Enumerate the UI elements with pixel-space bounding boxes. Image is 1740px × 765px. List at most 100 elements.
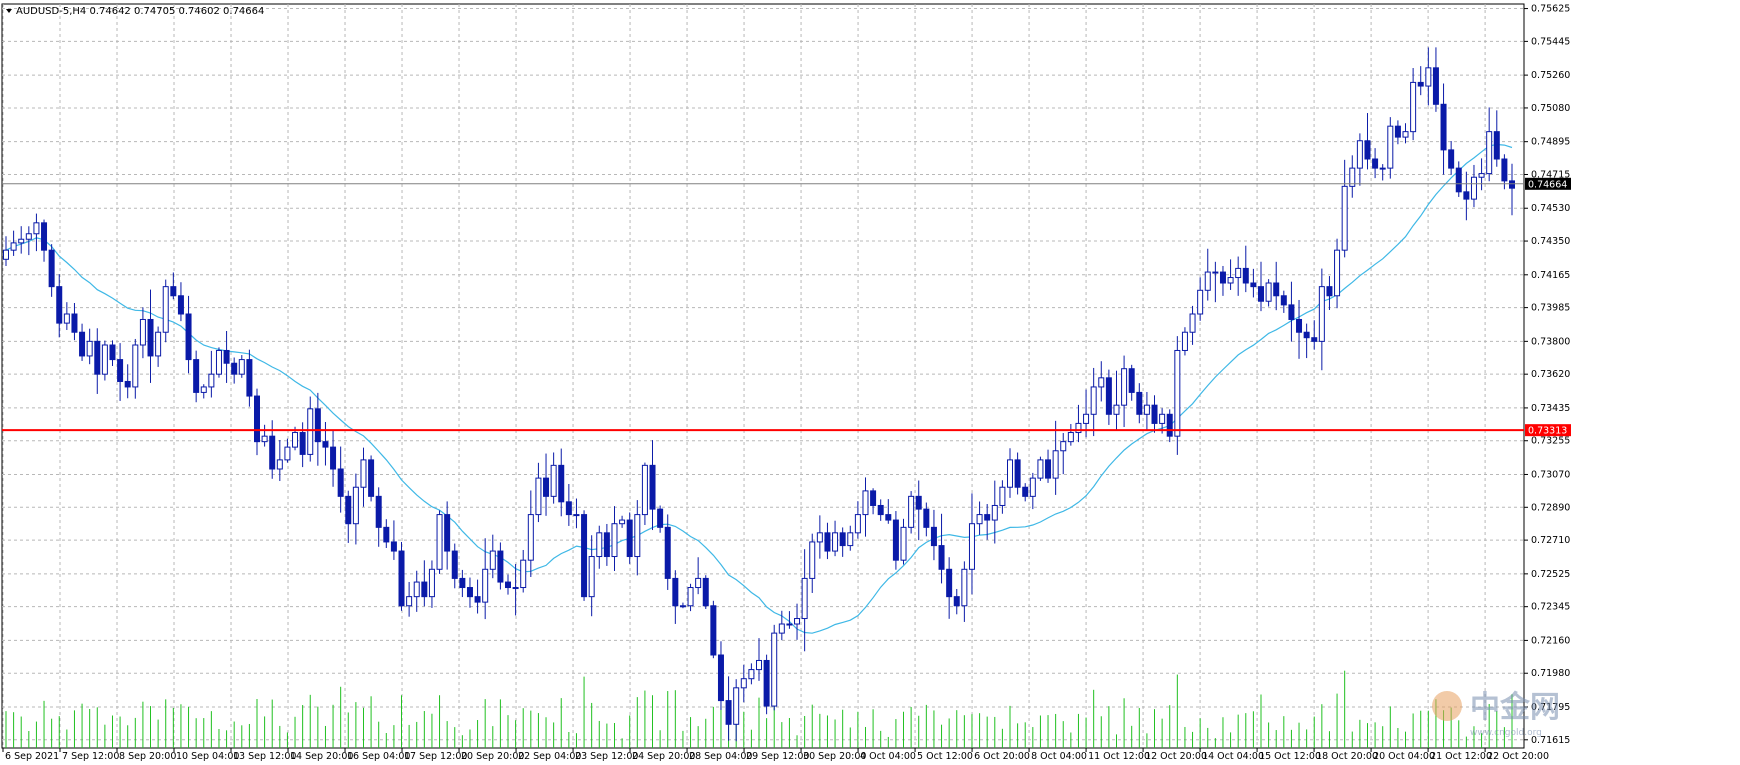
- candle-body: [1402, 131, 1409, 138]
- time-tick-label: 14 Sep 20:00: [290, 751, 353, 761]
- price-tick-label: 0.74530: [1531, 203, 1570, 214]
- candle-body: [687, 587, 694, 607]
- candle-body: [588, 556, 595, 598]
- candle-body: [368, 459, 375, 497]
- candle-body: [717, 654, 724, 702]
- candle-body: [1181, 331, 1188, 351]
- candle-body: [139, 318, 146, 346]
- candle-body: [1470, 176, 1477, 200]
- candle-body: [1174, 349, 1181, 437]
- candle-body: [1463, 191, 1470, 200]
- time-tick-label: 8 Oct 04:00: [1031, 751, 1087, 761]
- price-tick-label: 0.74350: [1531, 236, 1570, 247]
- candle-body: [1265, 282, 1272, 302]
- candle-body: [1014, 459, 1021, 488]
- candle-body: [1090, 386, 1097, 415]
- candle-body: [330, 446, 337, 470]
- candle-body: [1410, 81, 1417, 133]
- price-tick-label: 0.73985: [1531, 303, 1570, 314]
- candle-body: [847, 532, 854, 547]
- candle-body: [535, 477, 542, 516]
- candle-body: [451, 550, 458, 579]
- price-tick-label: 0.71980: [1531, 668, 1570, 679]
- candle-body: [1060, 441, 1067, 452]
- chart-window[interactable]: 0.73313 0.74664 0.75625 0.75445 0.75260 0.75…: [0, 0, 1740, 762]
- candle-body: [1440, 103, 1447, 151]
- current-price-label: 0.74664: [1528, 179, 1567, 190]
- time-tick-label: 24 Sep 20:00: [632, 751, 695, 761]
- candle-body: [1227, 277, 1234, 284]
- price-tick-label: 0.73070: [1531, 469, 1570, 480]
- candle-body: [1121, 368, 1128, 406]
- candle-body: [1288, 304, 1295, 320]
- candle-body: [482, 568, 489, 603]
- watermark-text: 中金网: [1470, 690, 1560, 725]
- candle-body: [360, 459, 367, 488]
- price-tick-label: 0.72525: [1531, 569, 1570, 580]
- candle-body: [1258, 286, 1264, 302]
- candle-body: [1493, 131, 1500, 160]
- candle-body: [862, 490, 869, 516]
- candle-body: [1356, 140, 1363, 169]
- candle-body: [824, 532, 831, 552]
- candle-body: [1250, 282, 1257, 288]
- candle-body: [208, 373, 215, 388]
- candle-body: [832, 532, 839, 552]
- candle-body: [756, 659, 762, 671]
- candle-body: [664, 526, 671, 579]
- time-tick-label: 16 Sep 04:00: [347, 751, 410, 761]
- candle-body: [619, 519, 626, 525]
- candle-body: [1128, 368, 1135, 393]
- candle-body: [710, 605, 717, 656]
- candle-body: [1242, 267, 1249, 284]
- candle-body: [512, 587, 519, 590]
- candle-body: [497, 550, 504, 583]
- candle-body: [1204, 271, 1211, 291]
- candle-body: [1189, 313, 1196, 333]
- chevron-down-icon[interactable]: [6, 9, 12, 13]
- candle-body: [953, 596, 960, 607]
- candle-body: [185, 313, 192, 361]
- candle-body: [1045, 459, 1052, 479]
- candle-body: [725, 700, 732, 725]
- candle-body: [124, 380, 131, 388]
- candle-body: [155, 331, 162, 357]
- candle-body: [672, 577, 679, 607]
- candle-body: [1159, 413, 1166, 424]
- watermark-url: www.cngold.org: [1470, 728, 1542, 738]
- candle-body: [48, 249, 55, 288]
- candle-body: [215, 349, 222, 375]
- candle-body: [18, 238, 25, 244]
- candle-body: [1273, 282, 1280, 297]
- candle-body: [573, 514, 580, 517]
- time-tick-label: 6 Oct 20:00: [974, 751, 1030, 761]
- candle-body: [1067, 432, 1074, 443]
- candle-body: [41, 222, 48, 251]
- time-tick-label: 5 Oct 12:00: [917, 751, 973, 761]
- candle-body: [1113, 404, 1120, 415]
- price-tick-label: 0.73620: [1531, 369, 1570, 380]
- candle-body: [56, 286, 63, 324]
- symbol-info: AUDUSD-5,H4 0.74642 0.74705 0.74602 0.74…: [16, 6, 264, 17]
- candle-body: [1303, 331, 1310, 339]
- candlestick-chart[interactable]: 0.733130.74664 0.756250.754450.752600.75…: [0, 0, 1740, 762]
- time-tick-label: 7 Sep 12:00: [62, 751, 119, 761]
- candle-body: [740, 678, 747, 689]
- candle-body: [1311, 337, 1318, 342]
- time-tick-label: 4 Oct 04:00: [860, 751, 916, 761]
- candle-body: [999, 486, 1006, 506]
- time-tick-label: 28 Sep 04:00: [689, 751, 752, 761]
- candle-body: [25, 233, 32, 240]
- candle-body: [877, 504, 884, 516]
- candle-body: [1417, 81, 1424, 87]
- candle-body: [1486, 131, 1493, 175]
- candle-body: [809, 541, 816, 579]
- price-axis: 0.75625 0.75445 0.75260 0.75080 0.74895 0.747…: [1524, 4, 1570, 746]
- time-tick-label: 29 Sep 12:00: [746, 751, 809, 761]
- candle-body: [398, 550, 405, 607]
- candle-body: [786, 623, 793, 626]
- time-tick-label: 12 Oct 20:00: [1145, 751, 1207, 761]
- candle-body: [1455, 167, 1462, 193]
- price-tick-label: 0.73435: [1531, 403, 1570, 414]
- candle-body: [489, 550, 496, 570]
